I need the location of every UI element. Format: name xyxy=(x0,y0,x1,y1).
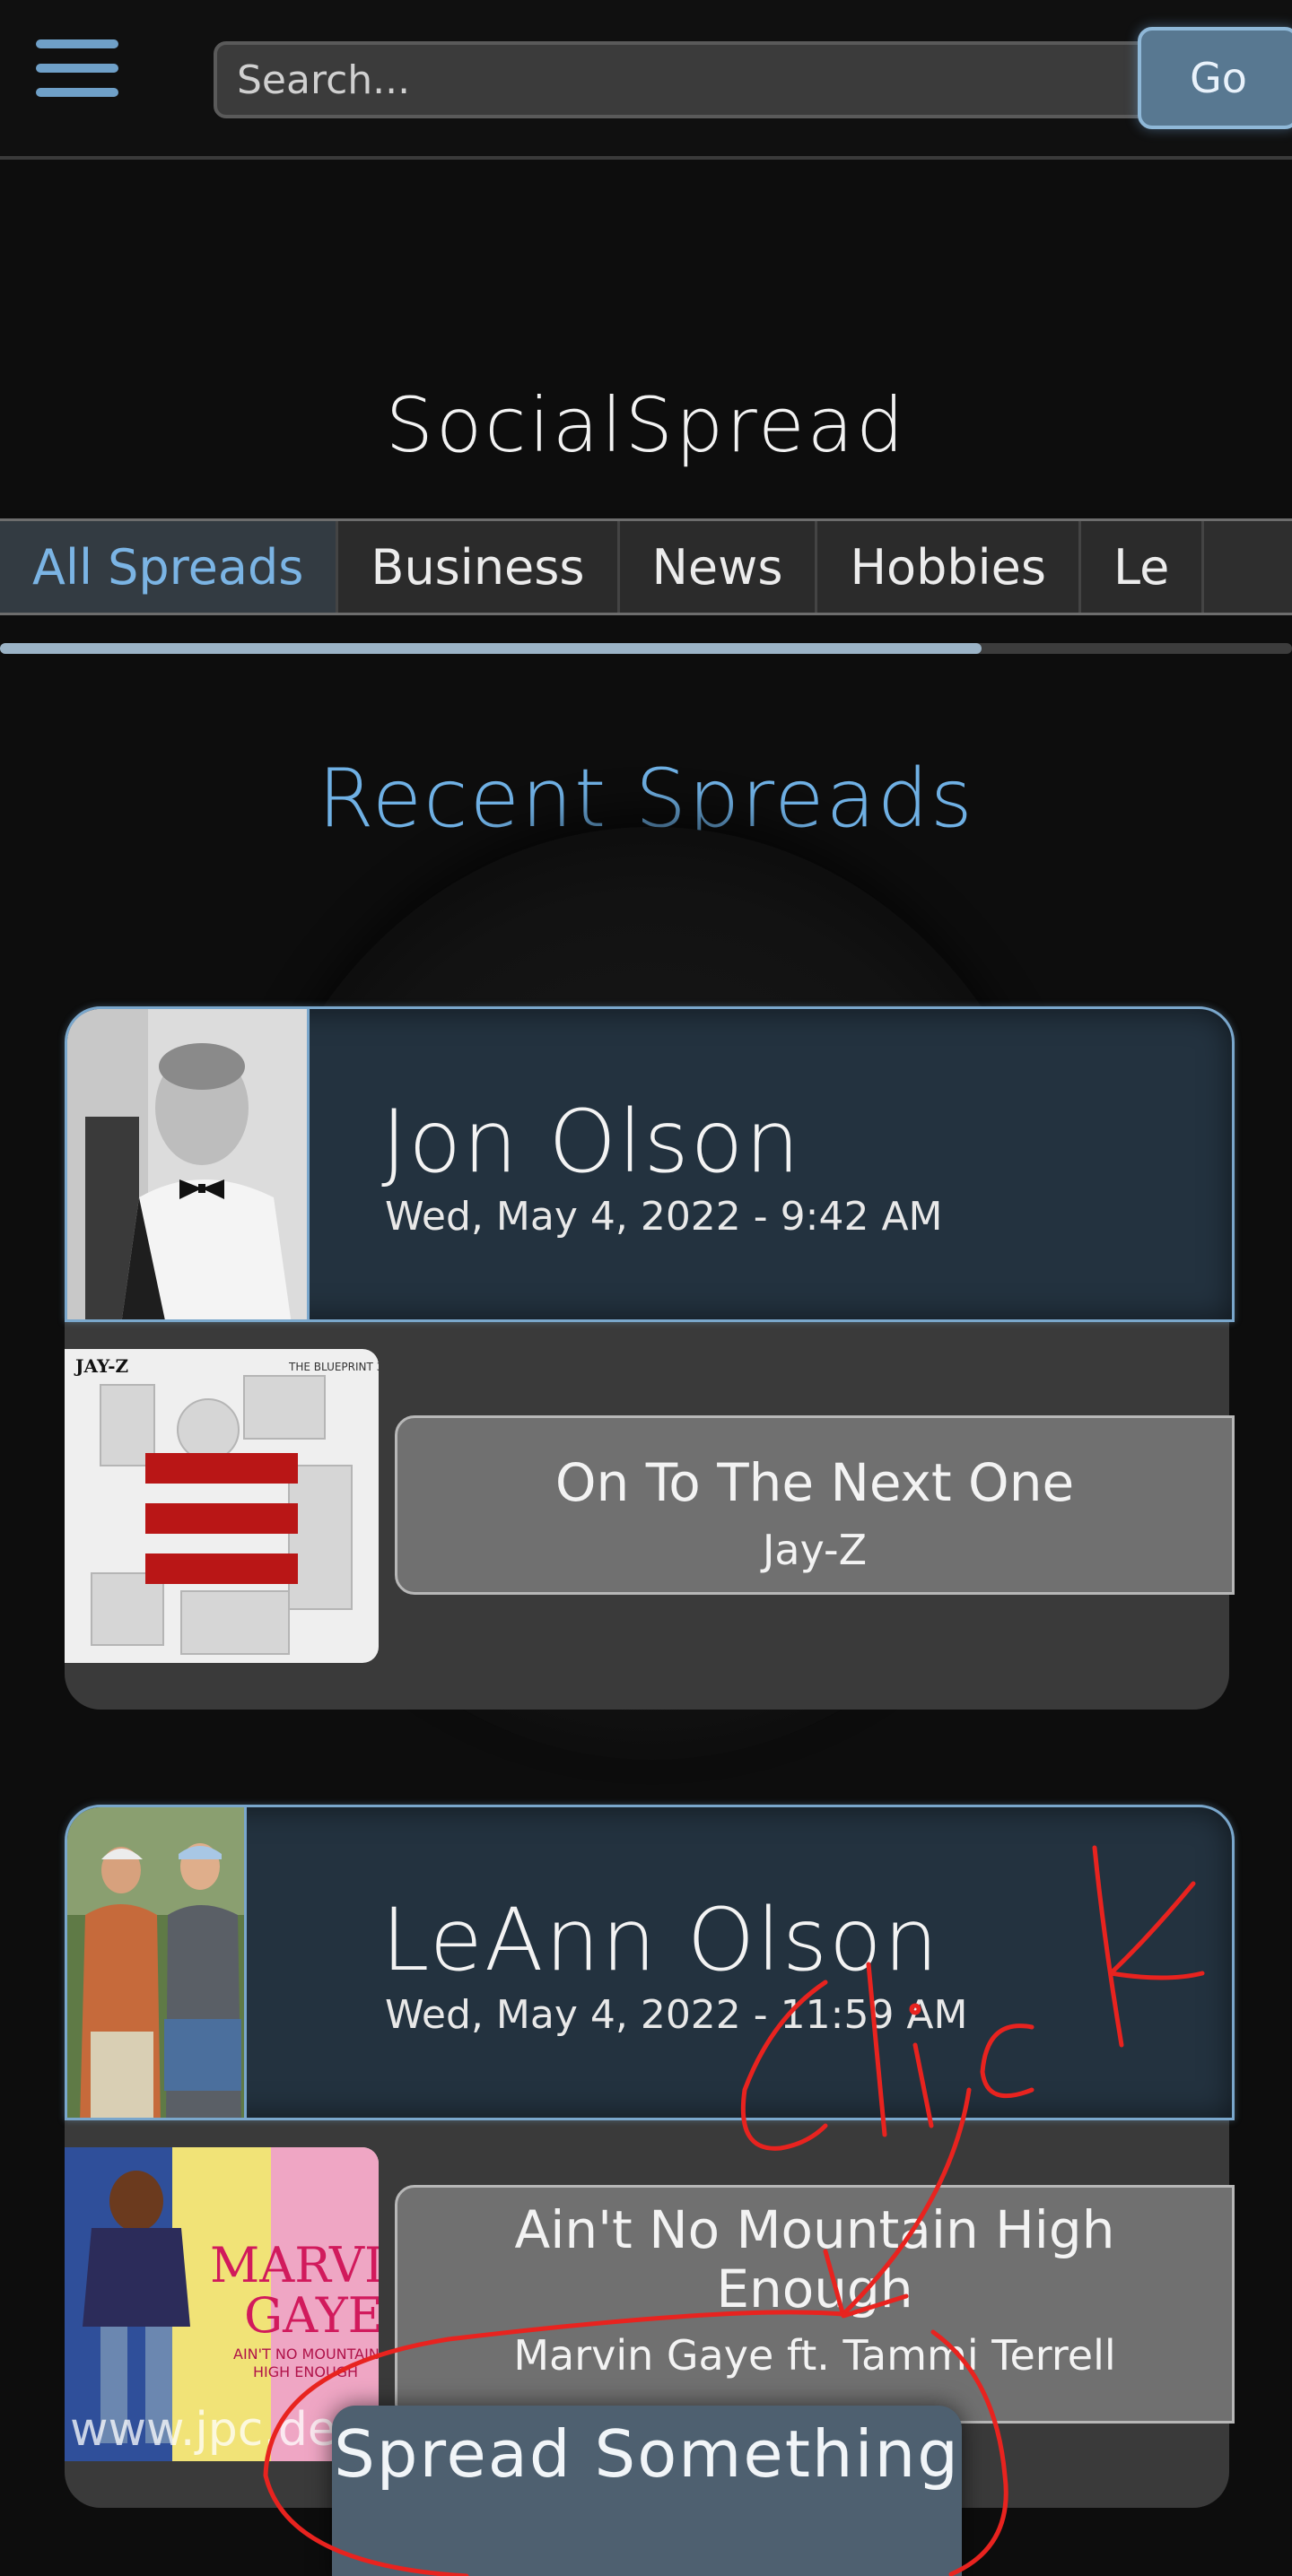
site-title: SocialSpread xyxy=(385,381,907,469)
user-name[interactable]: Jon Olson xyxy=(381,1092,801,1192)
timestamp: Wed, May 4, 2022 - 9:42 AM xyxy=(385,1194,943,1240)
song-artist: Jay-Z xyxy=(762,1526,868,1574)
cover-label: GAYE xyxy=(244,2287,379,2344)
search-input[interactable] xyxy=(214,41,1147,118)
cover-label: HIGH ENOUGH xyxy=(253,2363,358,2380)
tab-hobbies[interactable]: Hobbies xyxy=(817,521,1082,613)
top-bar: Go xyxy=(0,0,1292,160)
spread-card-header[interactable]: LeAnn Olson Wed, May 4, 2022 - 11:59 AM xyxy=(65,1805,1235,2120)
tabs-scroll-thumb[interactable] xyxy=(0,643,982,654)
avatar[interactable] xyxy=(67,1009,310,1319)
song-info-box[interactable]: On To The Next One Jay-Z xyxy=(395,1415,1235,1595)
tab-partial[interactable]: Le xyxy=(1081,521,1205,613)
spread-card-header[interactable]: Jon Olson Wed, May 4, 2022 - 9:42 AM xyxy=(65,1006,1235,1322)
tab-all-spreads[interactable]: All Spreads xyxy=(0,521,339,613)
go-button[interactable]: Go xyxy=(1138,27,1292,129)
user-name[interactable]: LeAnn Olson xyxy=(381,1890,940,1990)
tab-business[interactable]: Business xyxy=(338,521,620,613)
song-info-box[interactable]: Ain't No Mountain High Enough Marvin Gay… xyxy=(395,2185,1235,2424)
hamburger-menu-icon[interactable] xyxy=(36,39,118,115)
spread-card[interactable]: Jon Olson Wed, May 4, 2022 - 9:42 AM JAY… xyxy=(65,1006,1235,1710)
song-title: Ain't No Mountain High Enough xyxy=(514,2199,1115,2319)
cover-watermark: www.jpc.de xyxy=(70,2403,336,2457)
song-title: On To The Next One xyxy=(554,1452,1075,1513)
spread-card[interactable]: LeAnn Olson Wed, May 4, 2022 - 11:59 AM … xyxy=(65,1805,1235,2508)
tab-news[interactable]: News xyxy=(619,521,818,613)
category-tabs: All Spreads Business News Hobbies Le xyxy=(0,518,1292,615)
cover-label: MARVIN xyxy=(210,2237,379,2293)
cover-label: JAY-Z xyxy=(74,1355,128,1377)
spread-something-button[interactable]: Spread Something xyxy=(332,2406,962,2576)
song-artist: Marvin Gaye ft. Tammi Terrell xyxy=(513,2331,1116,2380)
album-cover[interactable]: MARVIN GAYE AIN'T NO MOUNTAIN HIGH ENOUG… xyxy=(65,2147,379,2461)
avatar[interactable] xyxy=(67,1807,247,2118)
album-cover[interactable]: JAY-Z THE BLUEPRINT 3 xyxy=(65,1349,379,1663)
cover-label: THE BLUEPRINT 3 xyxy=(288,1361,379,1373)
timestamp: Wed, May 4, 2022 - 11:59 AM xyxy=(385,1992,968,2038)
cover-label: AIN'T NO MOUNTAIN xyxy=(233,2345,379,2363)
